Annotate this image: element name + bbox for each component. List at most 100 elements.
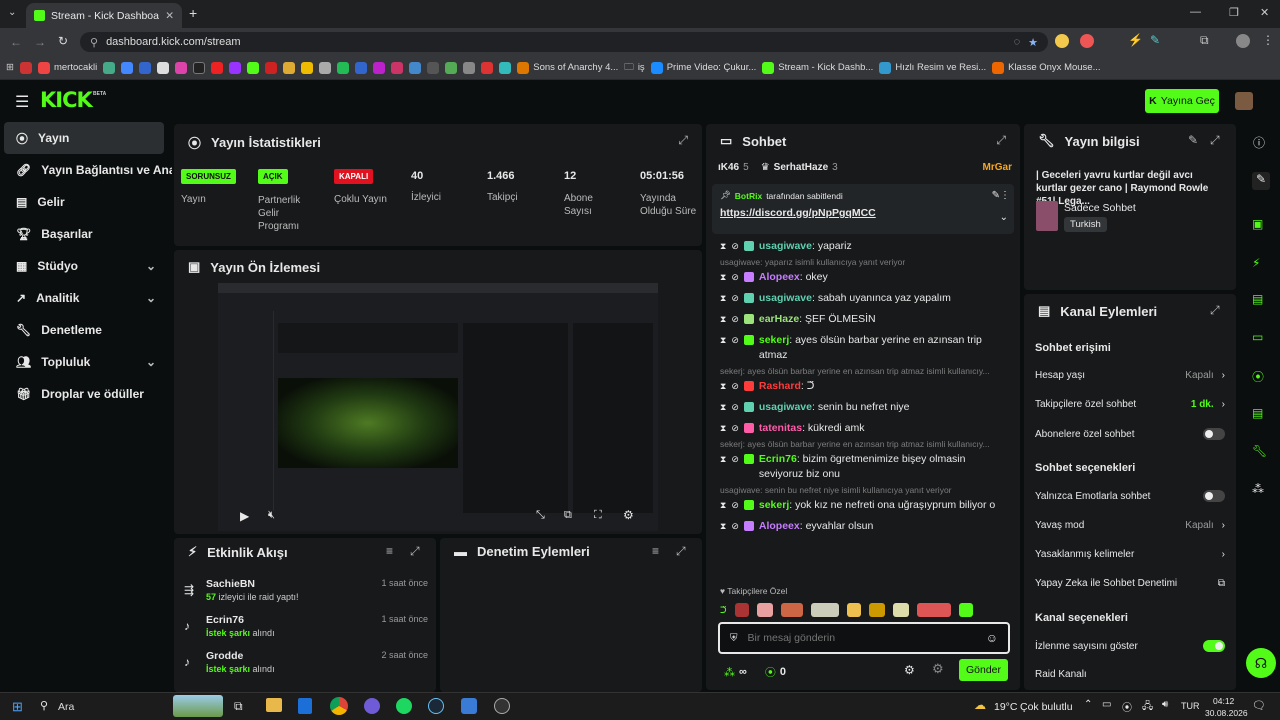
whatsapp-icon[interactable] [337, 61, 350, 74]
emote-icon[interactable] [756, 603, 773, 617]
chat-input-box[interactable]: ⛨ ☺ [718, 622, 1010, 654]
sidebar-item-gelir[interactable]: ▤ Gelir [0, 186, 172, 218]
expand-icon[interactable]: ⤢ [410, 544, 420, 559]
reload-icon[interactable]: ↻ [58, 34, 68, 48]
timeout-icon[interactable]: ⧗ [720, 270, 726, 285]
extension-icon[interactable]: ✎ [1150, 33, 1160, 47]
send-button[interactable]: Gönder [959, 659, 1008, 681]
bookmark-icon[interactable] [103, 61, 116, 74]
play-icon[interactable]: ▶ [240, 509, 249, 523]
bolt-icon[interactable]: ⚡︎ [1252, 256, 1260, 270]
ban-icon[interactable]: ⊘ [731, 421, 739, 436]
sidebar-item-topluluk[interactable]: 👥︎ Topluluk ⌄ [0, 346, 172, 378]
x-icon[interactable] [193, 61, 206, 74]
expand-icon[interactable]: ⤢ [1210, 133, 1220, 148]
language-indicator[interactable]: TUR [1181, 701, 1200, 711]
bookmark-icon[interactable] [283, 61, 296, 74]
edit-icon[interactable]: ✎ [1252, 172, 1270, 190]
sidebar-item-analitik[interactable]: ↗ Analitik ⌄ [0, 282, 172, 314]
more-menu-icon[interactable]: ⋮ [1262, 33, 1274, 47]
timeout-icon[interactable]: ⧗ [720, 379, 726, 394]
network-icon[interactable]: 🖧︎ [1142, 699, 1153, 716]
edit-icon[interactable]: ✎ [1188, 133, 1198, 147]
bookmark-item[interactable]: Klasse Onyx Mouse... [992, 61, 1101, 74]
ban-icon[interactable]: ⊘ [731, 239, 739, 254]
bookmark-item[interactable]: Prime Video: Çukur... [650, 61, 756, 74]
list-icon[interactable]: ▤ [1252, 292, 1263, 306]
chat-icon[interactable]: ▭ [1252, 330, 1263, 344]
show-viewers-toggle[interactable] [1203, 640, 1225, 652]
filter-icon[interactable]: ≡ [386, 544, 393, 558]
eye-off-icon[interactable]: ◌ [1014, 36, 1021, 48]
chat-username[interactable]: sekerj [759, 499, 789, 511]
gear-cluster-icon[interactable]: ⚙ [932, 661, 944, 677]
star-icon[interactable]: ★ [1028, 36, 1038, 49]
panel-icon[interactable]: ▣ [1252, 217, 1263, 231]
timeout-icon[interactable]: ⧗ [720, 519, 726, 534]
chat-username[interactable]: usagiwave [759, 240, 812, 252]
explorer-icon[interactable] [266, 698, 282, 712]
bookmark-icon[interactable] [355, 61, 368, 74]
bookmark-icon[interactable] [121, 61, 134, 74]
forward-icon[interactable]: → [34, 35, 46, 49]
go-live-button[interactable]: K Yayına Geç [1145, 89, 1219, 113]
bookmark-icon[interactable] [481, 61, 494, 74]
ban-icon[interactable]: ⊘ [731, 400, 739, 415]
chrome-icon[interactable] [330, 697, 348, 715]
calculator-icon[interactable] [298, 698, 312, 714]
expand-icon[interactable]: ⤢ [678, 133, 688, 148]
sidebar-item-droplar[interactable]: 🎁︎ Droplar ve ödüller [0, 378, 172, 410]
youtube-icon[interactable] [211, 61, 224, 74]
ban-icon[interactable]: ⊘ [731, 270, 739, 285]
user-avatar[interactable] [1235, 92, 1253, 110]
expand-icon[interactable]: ⤢ [1210, 303, 1220, 318]
bookmark-icon[interactable] [463, 61, 476, 74]
taskbar-search[interactable]: Ara [58, 701, 74, 713]
ban-icon[interactable]: ⊘ [731, 312, 739, 327]
info-icon[interactable]: ⓘ [1253, 134, 1265, 151]
chat-username[interactable]: sekerj [759, 334, 789, 346]
chevron-up-icon[interactable]: ⌃ [1084, 699, 1092, 710]
timeout-icon[interactable]: ⧗ [720, 239, 726, 254]
app-icon[interactable] [461, 698, 477, 714]
sidebar-item-denetleme[interactable]: 🔧︎ Denetleme [0, 314, 172, 346]
expand-icon[interactable]: ⤢ [996, 133, 1006, 148]
unpin-icon[interactable]: ✎ [992, 190, 1000, 201]
bookmark-icon[interactable] [391, 61, 404, 74]
emote-icon[interactable] [734, 603, 749, 617]
task-view-icon[interactable]: ⧉ [234, 699, 243, 714]
obs-icon[interactable] [494, 698, 510, 714]
subs-only-toggle[interactable] [1203, 428, 1225, 440]
chat-username[interactable]: usagiwave [759, 292, 812, 304]
chat-username[interactable]: usagiwave [759, 401, 812, 413]
weather-temp[interactable]: 19°C [994, 701, 1017, 713]
pip-icon[interactable]: ⧉ [564, 509, 572, 522]
chat-username[interactable]: tatenitas [759, 422, 802, 434]
extension-icon[interactable] [1080, 34, 1094, 48]
hamburger-menu-icon[interactable]: ☰ [15, 92, 29, 112]
emoji-icon[interactable]: ☺ [986, 631, 998, 645]
wrench-icon[interactable]: 🔧︎ [1252, 444, 1267, 458]
emote-only-toggle[interactable] [1203, 490, 1225, 502]
back-icon[interactable]: ← [10, 35, 22, 49]
channel-icon[interactable]: ▤ [1252, 406, 1263, 420]
instagram-icon[interactable] [175, 61, 188, 74]
profile-avatar[interactable] [1236, 34, 1250, 48]
timeout-icon[interactable]: ⧗ [720, 312, 726, 327]
chat-message-input[interactable] [747, 632, 976, 644]
settings-icon[interactable]: ⚙ [904, 663, 915, 677]
close-icon[interactable]: ✕ [165, 10, 174, 22]
timeout-icon[interactable]: ⧗ [720, 333, 726, 348]
sidebar-item-studyo[interactable]: ▦ Stüdyo ⌄ [0, 250, 172, 282]
timeout-icon[interactable]: ⧗ [720, 452, 726, 467]
kick-icon[interactable] [247, 61, 260, 74]
ban-icon[interactable]: ⊘ [731, 519, 739, 534]
site-info-icon[interactable]: ⚲ [90, 36, 98, 49]
window-close-icon[interactable]: ✕ [1260, 6, 1269, 19]
fullscreen-icon[interactable]: ⛶ [594, 509, 602, 522]
timeout-icon[interactable]: ⧗ [720, 400, 726, 415]
spotify-icon[interactable] [396, 698, 412, 714]
settings-icon[interactable]: ⚙ [623, 508, 634, 522]
filter-icon[interactable]: ≡ [652, 544, 659, 558]
fullscreen-exit-icon[interactable]: ⤡ [536, 509, 545, 522]
